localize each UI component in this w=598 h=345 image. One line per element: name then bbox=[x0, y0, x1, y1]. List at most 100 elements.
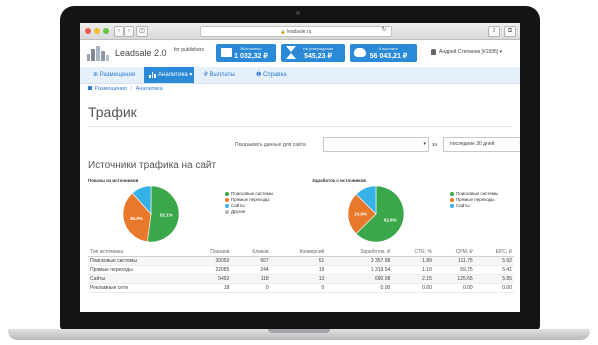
legend-dot-icon bbox=[225, 197, 229, 202]
table-cell: 118 bbox=[231, 274, 271, 284]
chevron-down-icon: ▾ bbox=[519, 139, 520, 150]
address-text: leadsale.ru bbox=[286, 29, 312, 35]
menu-payouts[interactable]: ₽ Выплаты bbox=[204, 67, 235, 83]
table-cell: 690.08 bbox=[326, 274, 393, 284]
page-title: Трафик bbox=[88, 104, 137, 120]
main-menu: ⊕ Размещения Аналитика ▾ ₽ Выплаты ❶ Спр… bbox=[80, 67, 520, 84]
table-cell: 567 bbox=[231, 256, 271, 266]
table-cell: 51 bbox=[270, 256, 327, 266]
legend-label: Сайты bbox=[231, 203, 245, 208]
column-header[interactable]: Заработок, ₽ bbox=[326, 247, 393, 257]
legend-item[interactable]: Другие bbox=[225, 209, 273, 215]
table-cell: 5.85 bbox=[474, 274, 514, 284]
forward-button[interactable]: › bbox=[124, 26, 134, 37]
legend-item[interactable]: Сайты bbox=[450, 203, 498, 209]
legend-label: Поисковые системы bbox=[231, 191, 274, 196]
table-cell: 0.00 bbox=[392, 283, 434, 293]
chevron-down-icon: ▾ bbox=[423, 141, 426, 147]
menu-help[interactable]: ❶ Справка bbox=[256, 67, 287, 83]
table-row: Прямые переходы 22085 244 19 1 319.54 1.10 59.… bbox=[88, 265, 514, 275]
pie-slice-label: 36.3% bbox=[130, 216, 143, 221]
table-cell: Сайты bbox=[88, 274, 187, 284]
table-cell: 0 bbox=[270, 283, 327, 293]
lock-icon: 🔒 bbox=[280, 29, 286, 34]
table-cell: 18 bbox=[186, 283, 232, 293]
column-header[interactable]: Показов bbox=[186, 247, 232, 257]
column-header[interactable]: EPC, ₽ bbox=[474, 247, 514, 257]
breadcrumb-current[interactable]: Аналитика bbox=[136, 86, 163, 92]
webcam bbox=[296, 11, 300, 15]
pie-slice-label: 52.1% bbox=[160, 213, 173, 218]
legend-label: Прямые переходы bbox=[456, 197, 495, 202]
user-menu[interactable]: Андрей Степанов [#1995] ▾ bbox=[439, 49, 502, 55]
column-header[interactable]: Конверсий bbox=[270, 247, 327, 257]
paid-stat-value: 1 032,32 ₽ bbox=[234, 53, 268, 60]
minimize-window-button[interactable] bbox=[94, 28, 100, 34]
table-cell: 1 319.54 bbox=[326, 265, 393, 275]
table-row: Рекламные сети 18 0 0 0.00 0.00 0.00 0.00 bbox=[88, 283, 514, 293]
paid-stat: Выплачено 1 032,32 ₽ bbox=[216, 44, 276, 62]
bar-chart-icon bbox=[149, 72, 156, 78]
tabs-button[interactable]: ⧉ bbox=[504, 26, 516, 37]
table-row: Поисковые системы 30050 567 51 3 357.98 1.89 1… bbox=[88, 256, 514, 266]
app-logo-name[interactable]: Leadsale 2.0 bbox=[115, 48, 167, 58]
table-cell: 3 357.98 bbox=[326, 256, 393, 266]
table-cell: Поисковые системы bbox=[88, 256, 187, 266]
user-icon bbox=[431, 49, 436, 55]
period-filter-label: за bbox=[432, 142, 438, 148]
table-cell: 2.15 bbox=[392, 274, 434, 284]
table-row: Сайты 5492 118 13 690.08 2.15 125.65 5.85 bbox=[88, 274, 514, 284]
table-cell: 125.65 bbox=[433, 274, 475, 284]
breadcrumb-home[interactable]: Размещения bbox=[95, 86, 127, 92]
legend-label: Поисковые системы bbox=[456, 191, 499, 196]
legend-dot-icon bbox=[225, 209, 229, 214]
column-header[interactable]: CTR, % bbox=[392, 247, 434, 257]
app-logo-suffix: for publishers bbox=[174, 47, 205, 53]
menu-analytics[interactable]: Аналитика ▾ bbox=[144, 67, 194, 83]
table-cell: 59.75 bbox=[433, 265, 475, 275]
column-header[interactable]: Кликов bbox=[231, 247, 271, 257]
site-select-value bbox=[324, 141, 327, 147]
site-select[interactable]: ▾ bbox=[323, 137, 429, 152]
pending-stat-label: На утверждении bbox=[302, 46, 334, 51]
table-cell: 244 bbox=[231, 265, 271, 275]
impressions-pie-chart: 52.1% 36.3% bbox=[122, 185, 180, 243]
legend-dot-icon bbox=[450, 197, 454, 202]
pie-slice-label: 62.6% bbox=[384, 217, 397, 222]
legend-label: Сайты bbox=[456, 203, 470, 208]
column-header[interactable]: CPM, ₽ bbox=[433, 247, 475, 257]
sidebar-toggle-button[interactable]: ◫ bbox=[136, 26, 148, 37]
table-cell: 13 bbox=[270, 274, 327, 284]
table-cell: 30050 bbox=[186, 256, 232, 266]
table-cell: 111.75 bbox=[433, 256, 475, 266]
divider bbox=[88, 126, 512, 127]
legend-dot-icon bbox=[450, 191, 454, 196]
reload-icon[interactable]: ↻ bbox=[380, 26, 388, 35]
table-cell: 5492 bbox=[186, 274, 232, 284]
menu-placements[interactable]: ⊕ Размещения bbox=[93, 67, 135, 83]
pending-stat: На утверждении 545,23 ₽ bbox=[281, 44, 345, 62]
close-window-button[interactable] bbox=[85, 28, 91, 34]
period-select-value: последние 30 дней bbox=[450, 141, 495, 147]
legend-dot-icon bbox=[225, 191, 229, 196]
menu-analytics-label: Аналитика ▾ bbox=[158, 72, 193, 78]
legend-dot-icon bbox=[225, 203, 229, 208]
pie-slice-label: 24.9% bbox=[354, 211, 367, 216]
to-pay-stat: К выплате 56 043,21 ₽ bbox=[350, 44, 417, 62]
share-button[interactable]: ⇪ bbox=[488, 26, 500, 37]
table-cell: 0.00 bbox=[326, 283, 393, 293]
table-cell: 0.00 bbox=[433, 283, 475, 293]
legend-label: Прямые переходы bbox=[231, 197, 270, 202]
period-select[interactable]: последние 30 дней ▾ bbox=[443, 137, 520, 152]
table-cell: 5.41 bbox=[474, 265, 514, 275]
to-pay-stat-label: К выплате bbox=[378, 46, 399, 51]
column-header[interactable]: Тип источника bbox=[88, 247, 187, 257]
pending-stat-value: 545,23 ₽ bbox=[304, 53, 332, 60]
app-header: Leadsale 2.0 for publishers Выплачено 1 … bbox=[80, 40, 520, 68]
legend-label: Другие bbox=[231, 209, 246, 214]
back-button[interactable]: ‹ bbox=[114, 26, 124, 37]
address-bar[interactable]: 🔒 leadsale.ru bbox=[200, 26, 392, 37]
home-icon bbox=[88, 86, 92, 90]
breadcrumb: Размещения / Аналитика bbox=[88, 86, 163, 92]
zoom-window-button[interactable] bbox=[103, 28, 109, 34]
